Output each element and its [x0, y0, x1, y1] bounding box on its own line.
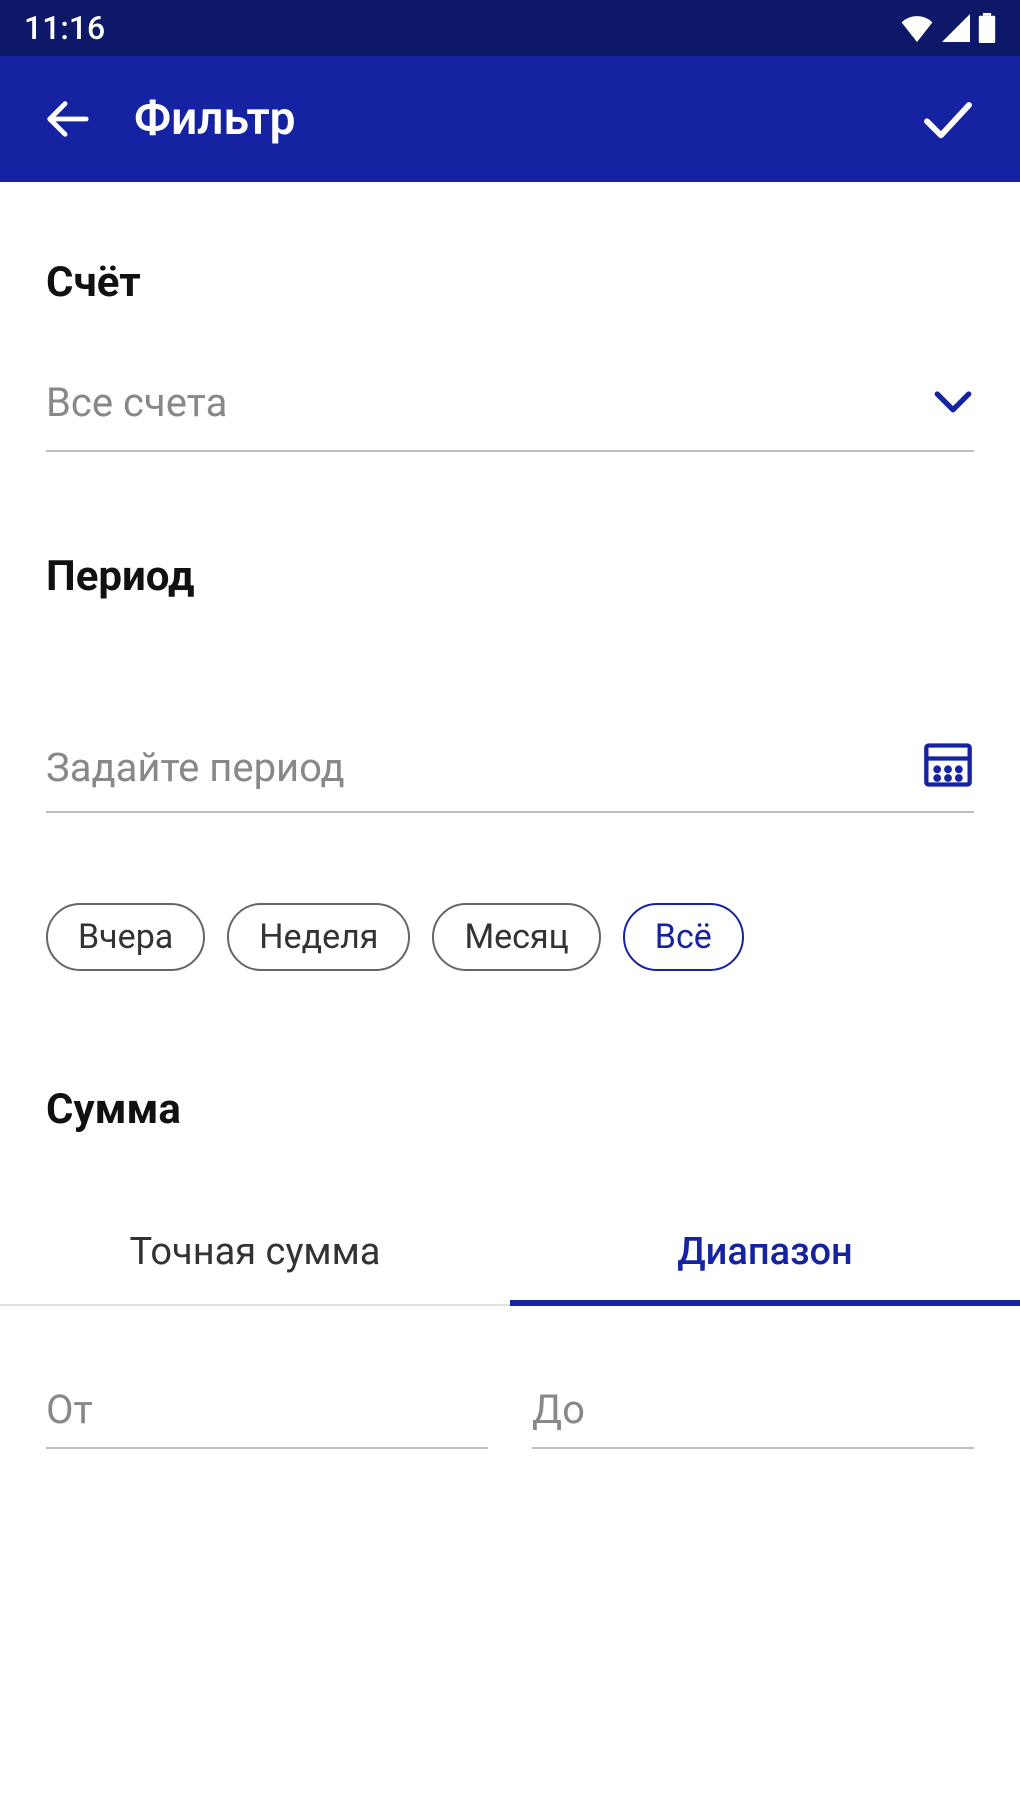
signal-icon	[942, 14, 970, 42]
to-input[interactable]: До	[532, 1386, 974, 1449]
from-input[interactable]: От	[46, 1386, 488, 1449]
period-section-title: Период	[46, 552, 974, 601]
chip-month[interactable]: Месяц	[432, 903, 600, 971]
period-chips: Вчера Неделя Месяц Всё	[46, 903, 974, 971]
content: Счёт Все счета Период Задайте период Вче…	[0, 182, 1020, 1449]
account-section-title: Счёт	[46, 258, 974, 307]
period-placeholder: Задайте период	[46, 744, 922, 791]
status-bar: 11:16	[0, 0, 1020, 56]
tab-range[interactable]: Диапазон	[510, 1204, 1020, 1306]
from-placeholder: От	[46, 1386, 488, 1433]
status-time: 11:16	[24, 9, 105, 47]
apply-button[interactable]	[920, 91, 976, 147]
period-input[interactable]: Задайте период	[46, 739, 974, 813]
app-bar: Фильтр	[0, 56, 1020, 182]
check-icon	[920, 91, 976, 147]
wifi-icon	[900, 14, 934, 42]
account-section: Счёт Все счета	[46, 182, 974, 452]
amount-section-title: Сумма	[46, 1085, 974, 1134]
range-inputs: От До	[46, 1386, 974, 1449]
chip-week[interactable]: Неделя	[227, 903, 410, 971]
to-placeholder: До	[532, 1386, 974, 1433]
back-button[interactable]	[44, 96, 90, 142]
chip-yesterday[interactable]: Вчера	[46, 903, 205, 971]
account-select-value: Все счета	[46, 379, 932, 426]
page-title: Фильтр	[134, 92, 920, 146]
status-icons	[900, 13, 996, 43]
amount-tabs: Точная сумма Диапазон	[0, 1204, 1020, 1306]
chip-all[interactable]: Всё	[623, 903, 744, 971]
calendar-icon	[922, 739, 974, 795]
tab-exact-amount[interactable]: Точная сумма	[0, 1204, 510, 1306]
battery-icon	[978, 13, 996, 43]
period-section: Период Задайте период Вчера Неделя Месяц…	[46, 452, 974, 971]
chevron-down-icon	[932, 387, 974, 419]
amount-section: Сумма Точная сумма Диапазон От До	[46, 971, 974, 1449]
account-select[interactable]: Все счета	[46, 379, 974, 452]
arrow-left-icon	[44, 96, 90, 142]
